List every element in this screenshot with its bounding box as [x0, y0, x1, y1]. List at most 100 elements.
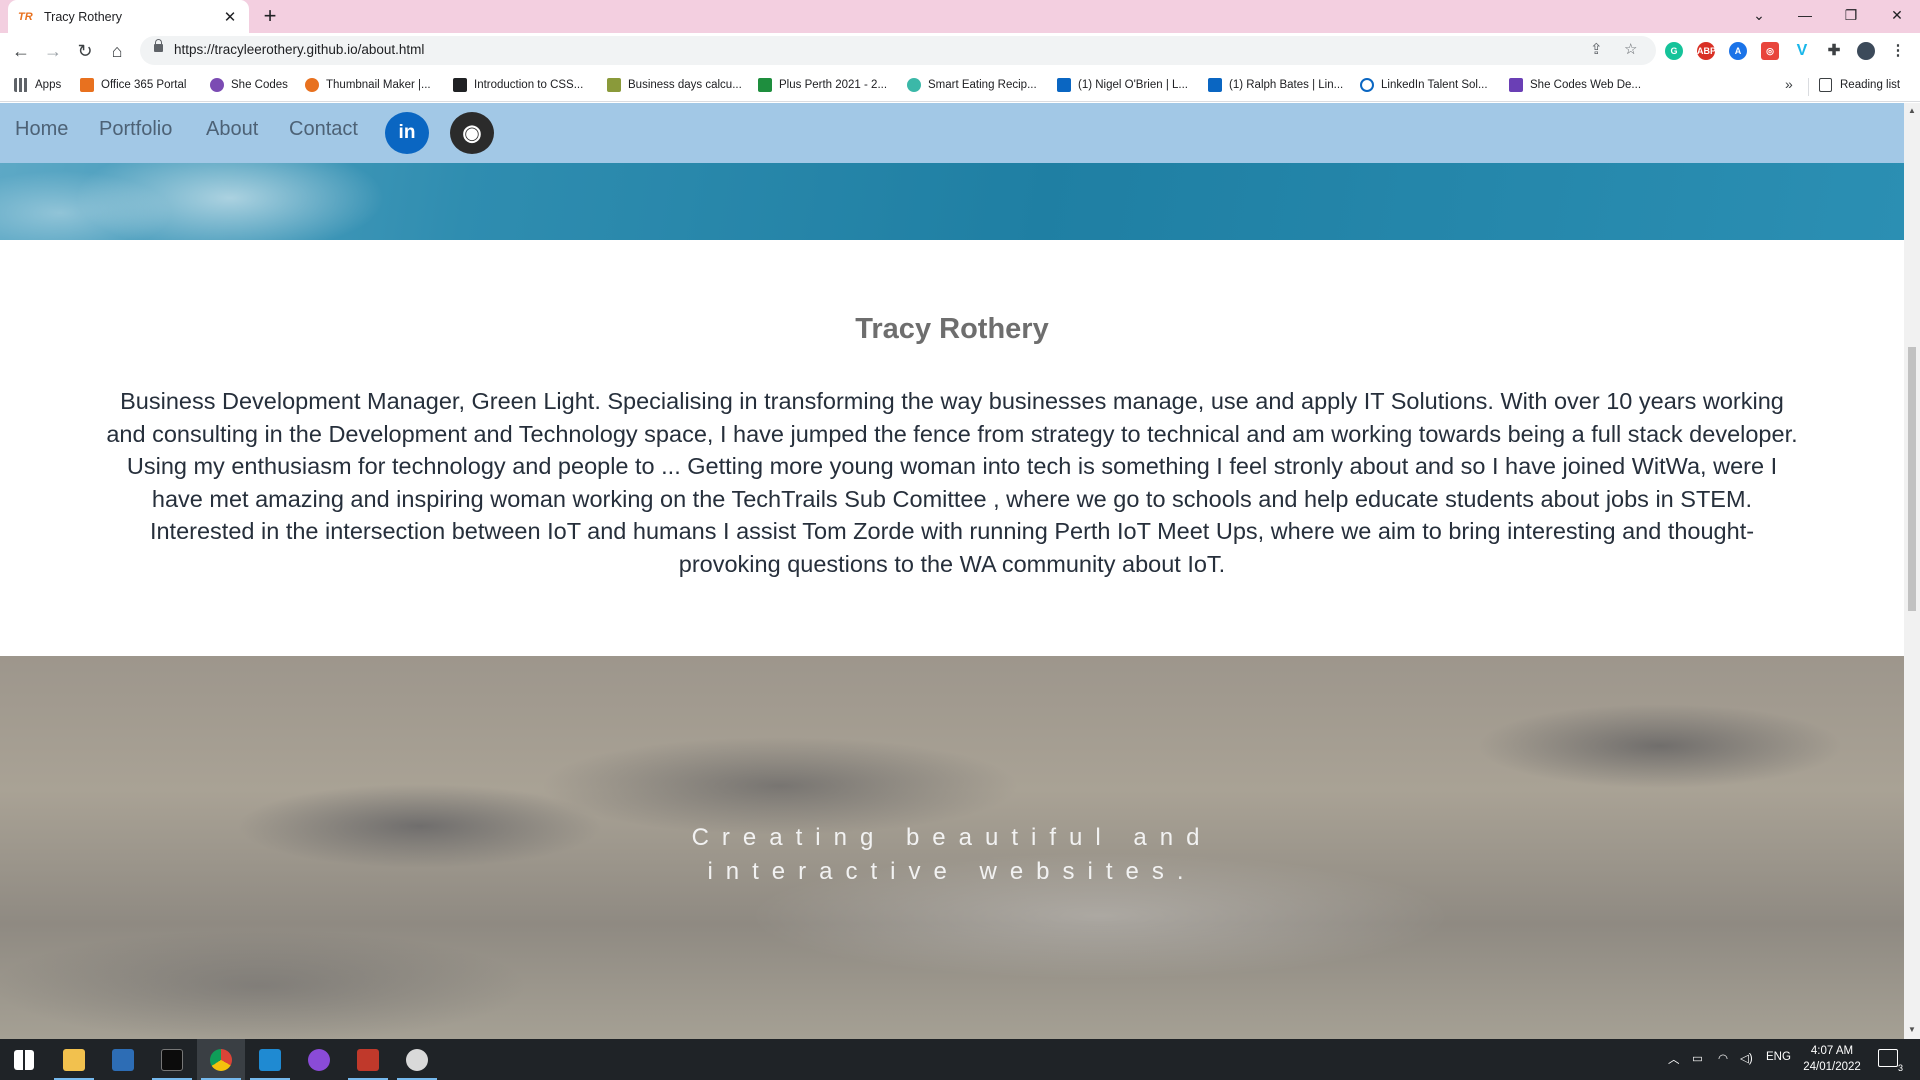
sand-banner-image: Creating beautiful and interactive websi…	[0, 656, 1904, 1039]
bookmark-office365[interactable]: Office 365 Portal	[80, 78, 186, 92]
language-indicator[interactable]: ENG	[1766, 1051, 1791, 1063]
tab-close-icon[interactable]: ✕	[221, 8, 239, 26]
reading-list-icon	[1819, 78, 1832, 92]
tab-title: Tracy Rothery	[44, 9, 123, 24]
bookmarks-bar: Apps Office 365 Portal She Codes Thumbna…	[0, 70, 1920, 102]
profile-avatar[interactable]	[1857, 42, 1875, 60]
volume-icon[interactable]: ◁)	[1740, 1051, 1753, 1065]
she-codes-icon	[210, 78, 224, 92]
page-viewport: Home Portfolio About Contact in ◉ Tracy …	[0, 103, 1904, 1039]
search-talent-icon	[1360, 78, 1374, 92]
restore-button[interactable]: ❐	[1828, 0, 1874, 30]
chrome-icon	[210, 1048, 232, 1071]
linkedin-icon	[1057, 78, 1071, 92]
close-window-button[interactable]: ✕	[1874, 0, 1920, 30]
clock-time: 4:07 AM	[1810, 1045, 1854, 1057]
scroll-down-arrow-icon[interactable]: ▼	[1908, 1025, 1916, 1034]
calendar-icon	[607, 78, 621, 92]
extensions-puzzle-icon[interactable]: ✚	[1825, 42, 1843, 60]
snip-tool-icon	[357, 1048, 379, 1071]
bookmark-intro-css[interactable]: Introduction to CSS...	[453, 78, 583, 92]
address-bar[interactable]: https://tracyleerothery.github.io/about.…	[140, 36, 1656, 65]
browser-toolbar: ← → ↻ ⌂ https://tracyleerothery.github.i…	[0, 33, 1920, 70]
reload-button[interactable]: ↻	[72, 38, 98, 64]
paint-icon	[406, 1048, 428, 1071]
bookmark-she-codes-web[interactable]: She Codes Web De...	[1509, 78, 1641, 92]
bookmark-thumbnail-maker[interactable]: Thumbnail Maker |...	[305, 78, 431, 92]
bookmark-linkedin-talent[interactable]: LinkedIn Talent Sol...	[1360, 78, 1488, 92]
new-tab-button[interactable]: +	[258, 4, 282, 28]
bookmark-she-codes[interactable]: She Codes	[210, 78, 288, 92]
terminal-taskbar-item[interactable]	[148, 1039, 196, 1080]
about-title: Tracy Rothery	[855, 313, 1049, 345]
windows-taskbar: ︿ ▭ ◠ ◁) ENG 4:07 AM 24/01/2022 3	[0, 1039, 1920, 1080]
linkedin-icon[interactable]: in	[385, 112, 429, 154]
nav-about[interactable]: About	[206, 118, 258, 141]
screen-tool-taskbar-item[interactable]	[344, 1039, 392, 1080]
tab-strip: TR Tracy Rothery ✕ + ⌄ — ❐ ✕	[0, 0, 1920, 33]
share-icon[interactable]: ⇪	[1590, 40, 1603, 58]
bookmark-apps[interactable]: Apps	[14, 78, 61, 92]
apps-grid-icon	[14, 78, 28, 92]
bookmark-ralph-bates[interactable]: (1) Ralph Bates | Lin...	[1208, 78, 1343, 92]
site-navbar: Home Portfolio About Contact in ◉	[0, 103, 1904, 163]
nav-home[interactable]: Home	[15, 118, 68, 141]
clock-date: 24/01/2022	[1803, 1061, 1861, 1073]
powershell-icon	[112, 1048, 134, 1071]
system-clock[interactable]: 4:07 AM 24/01/2022	[1798, 1043, 1866, 1075]
scrollbar-thumb[interactable]	[1908, 347, 1916, 611]
bookmark-smart-eating[interactable]: Smart Eating Recip...	[907, 78, 1037, 92]
lock-icon	[154, 39, 163, 52]
sketch-app-taskbar-item[interactable]	[393, 1039, 441, 1080]
grammarly-extension-icon[interactable]: G	[1665, 42, 1683, 60]
start-button[interactable]	[0, 1039, 48, 1080]
sheets-icon	[758, 78, 772, 92]
bookmark-business-days[interactable]: Business days calcu...	[607, 78, 742, 92]
back-button[interactable]: ←	[8, 38, 34, 64]
vscode-icon	[259, 1048, 281, 1071]
minimize-button[interactable]: —	[1782, 0, 1828, 30]
tab-search-chevron-icon[interactable]: ⌄	[1736, 0, 1782, 30]
linkedin-icon	[1208, 78, 1222, 92]
about-paragraph: Business Development Manager, Green Ligh…	[106, 388, 1798, 577]
terminal-icon	[161, 1048, 183, 1071]
tray-chevron-icon[interactable]: ︿	[1668, 1051, 1680, 1067]
home-button[interactable]: ⌂	[104, 38, 130, 64]
tagline-text: Creating beautiful and interactive websi…	[691, 824, 1213, 885]
bookmark-plus-perth[interactable]: Plus Perth 2021 - 2...	[758, 78, 887, 92]
battery-icon[interactable]: ▭	[1692, 1051, 1703, 1065]
scroll-up-arrow-icon[interactable]: ▲	[1908, 106, 1916, 115]
wifi-icon[interactable]: ◠	[1718, 1051, 1728, 1065]
page-scrollbar[interactable]: ▲ ▼	[1904, 103, 1920, 1039]
github-icon[interactable]: ◉	[450, 112, 494, 154]
file-explorer-taskbar-item[interactable]	[50, 1039, 98, 1080]
screen-capture-extension-icon[interactable]: ◎	[1761, 42, 1779, 60]
browser-tab[interactable]: TR Tracy Rothery ✕	[8, 0, 249, 33]
menu-kebab-icon[interactable]: ⋮	[1889, 42, 1907, 60]
more-bookmarks-chevron-icon[interactable]: »	[1785, 76, 1793, 92]
nav-portfolio[interactable]: Portfolio	[99, 118, 172, 141]
powershell-taskbar-item[interactable]	[99, 1039, 147, 1080]
forward-button[interactable]: →	[40, 38, 66, 64]
bookmark-nigel-obrien[interactable]: (1) Nigel O'Brien | L...	[1057, 78, 1188, 92]
vscode-taskbar-item[interactable]	[246, 1039, 294, 1080]
github-desktop-taskbar-item[interactable]	[295, 1039, 343, 1080]
url-text[interactable]: https://tracyleerothery.github.io/about.…	[174, 42, 424, 57]
notification-count: 3	[1897, 1063, 1903, 1073]
chrome-taskbar-item[interactable]	[197, 1039, 245, 1080]
she-codes-web-icon	[1509, 78, 1523, 92]
windows-logo-icon	[14, 1049, 34, 1070]
reading-list-button[interactable]: Reading list	[1819, 78, 1900, 92]
css-course-icon	[453, 78, 467, 92]
tab-favicon-icon: TR	[18, 10, 33, 23]
github-desktop-icon	[308, 1048, 330, 1071]
adblock-extension-icon[interactable]: ABP	[1697, 42, 1716, 60]
nav-contact[interactable]: Contact	[289, 118, 358, 141]
office-icon	[80, 78, 94, 92]
vimeo-extension-icon[interactable]: V	[1793, 42, 1811, 60]
notification-center-icon[interactable]: 3	[1878, 1049, 1903, 1073]
extension-icon[interactable]: A	[1729, 42, 1747, 60]
bookmark-star-icon[interactable]: ☆	[1624, 40, 1637, 58]
folder-icon	[63, 1048, 85, 1071]
recipe-icon	[907, 78, 921, 92]
